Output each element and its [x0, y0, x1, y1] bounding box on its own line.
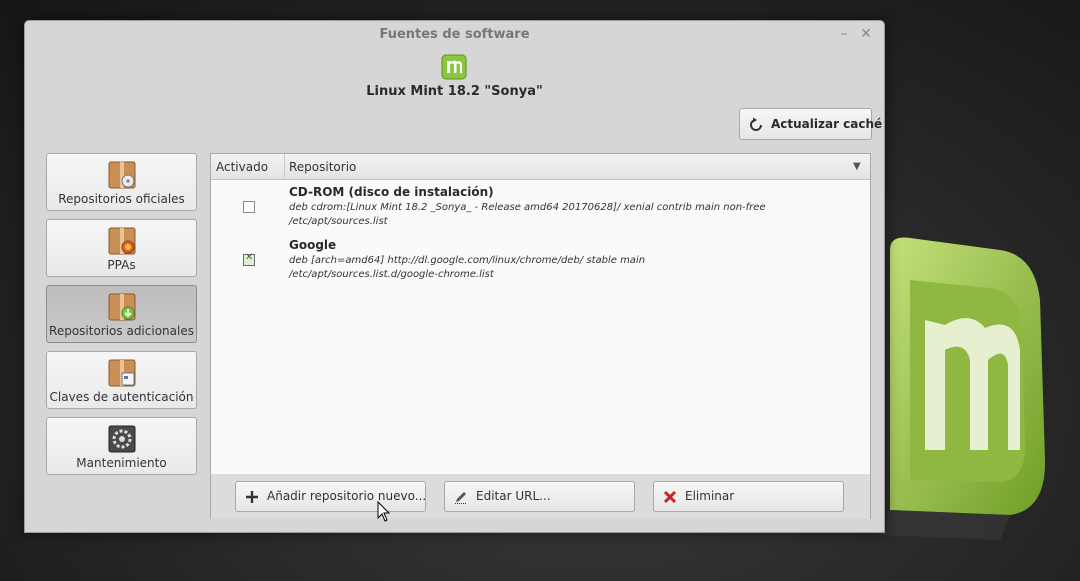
add-repository-label: Añadir repositorio nuevo...	[267, 489, 427, 503]
enabled-checkbox[interactable]	[243, 252, 255, 266]
sidebar-item-official-repos[interactable]: Repositorios oficiales	[46, 153, 197, 211]
sidebar-item-label: Claves de autenticación	[49, 390, 194, 404]
linux-mint-logo-icon	[441, 54, 467, 80]
mouse-cursor-icon	[377, 501, 391, 522]
plus-icon	[246, 491, 258, 503]
delete-label: Eliminar	[685, 489, 735, 503]
repository-list: Activado Repositorio ▼ CD-ROM (disco de …	[210, 153, 871, 519]
table-row[interactable]: CD-ROM (disco de instalación) deb cdrom:…	[211, 184, 870, 236]
sidebar-item-label: Repositorios oficiales	[58, 192, 185, 206]
package-cd-icon	[108, 161, 136, 189]
sidebar-item-additional-repos[interactable]: Repositorios adicionales	[46, 285, 197, 343]
column-header-repository[interactable]: Repositorio	[289, 160, 356, 174]
window-title: Fuentes de software	[379, 27, 530, 42]
repo-file: /etc/apt/sources.list	[289, 216, 388, 227]
repo-name: Google	[289, 238, 337, 252]
minimize-button[interactable]: –	[835, 24, 853, 44]
action-bar: Añadir repositorio nuevo... Editar URL..…	[211, 474, 870, 519]
refresh-cache-button[interactable]: Actualizar caché	[739, 108, 882, 140]
edit-url-button[interactable]: Editar URL...	[444, 481, 635, 512]
sidebar-item-auth-keys[interactable]: Claves de autenticación	[46, 351, 197, 409]
desktop-mint-logo	[880, 237, 1046, 540]
column-header-enabled[interactable]: Activado	[216, 160, 268, 174]
table-header: Activado Repositorio ▼	[211, 154, 870, 180]
repo-name: CD-ROM (disco de instalación)	[289, 185, 494, 199]
edit-url-label: Editar URL...	[476, 489, 551, 503]
distro-name: Linux Mint 18.2 "Sonya"	[366, 84, 543, 99]
sidebar-item-maintenance[interactable]: Mantenimiento	[46, 417, 197, 475]
sidebar-item-ppas[interactable]: PPAs	[46, 219, 197, 277]
repo-file: /etc/apt/sources.list.d/google-chrome.li…	[289, 269, 494, 280]
package-keys-icon	[108, 359, 136, 387]
refresh-icon	[750, 117, 762, 131]
table-row[interactable]: Google deb [arch=amd64] http://dl.google…	[211, 237, 870, 289]
sidebar-item-label: Mantenimiento	[76, 456, 167, 470]
pencil-icon	[455, 492, 467, 504]
refresh-cache-label: Actualizar caché	[771, 117, 883, 131]
sidebar-item-label: Repositorios adicionales	[49, 324, 194, 338]
package-ppa-icon	[108, 227, 136, 255]
sidebar-item-label: PPAs	[107, 258, 136, 272]
repo-line: deb cdrom:[Linux Mint 18.2 _Sonya_ - Rel…	[289, 202, 766, 213]
close-button[interactable]: ✕	[857, 24, 875, 44]
repo-line: deb [arch=amd64] http://dl.google.com/li…	[289, 255, 646, 266]
sort-arrow-icon[interactable]: ▼	[853, 161, 861, 172]
software-sources-window: Fuentes de software – ✕ Linux Mint 18.2 …	[24, 20, 885, 533]
title-bar[interactable]: Fuentes de software – ✕	[25, 21, 884, 49]
delete-x-icon	[663, 490, 677, 504]
maintenance-gear-icon	[108, 425, 136, 453]
enabled-checkbox[interactable]	[243, 201, 255, 213]
delete-button[interactable]: Eliminar	[653, 481, 844, 512]
add-repository-button[interactable]: Añadir repositorio nuevo...	[235, 481, 426, 512]
package-add-icon	[108, 293, 136, 321]
